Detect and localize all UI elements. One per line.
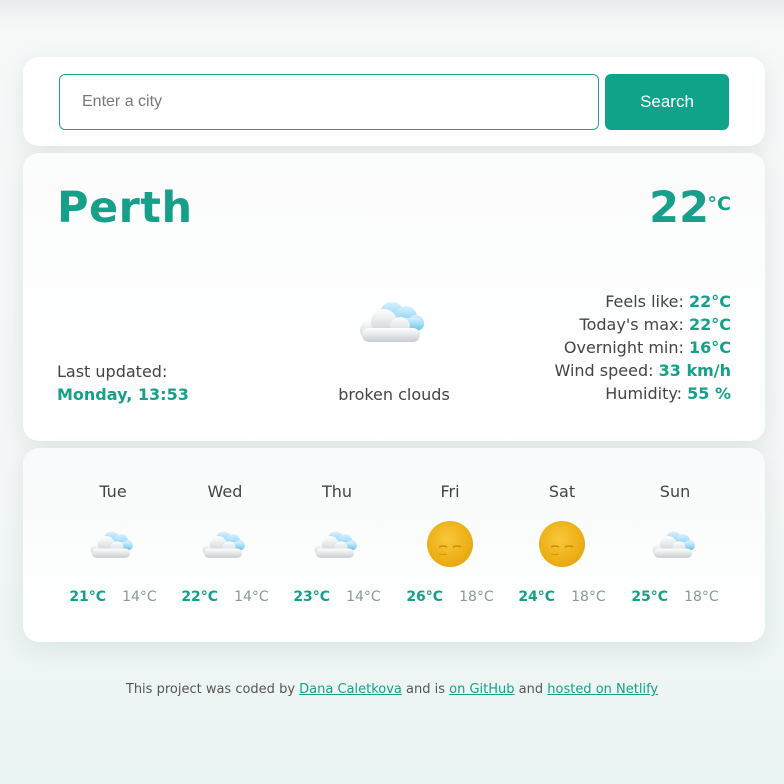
humidity-row: Humidity: 55 % (555, 384, 731, 407)
forecast-max: 23°C (293, 589, 331, 605)
detail-value: 22°C (688, 315, 731, 334)
overnight-min-row: Overnight min: 16°C (555, 338, 731, 361)
forecast-day-name: Sun (659, 482, 691, 501)
last-updated-label: Last updated: (57, 362, 168, 381)
forecast-temps: 26°C 18°C (394, 589, 506, 605)
forecast-day-name: Sat (548, 482, 576, 501)
forecast-day-name: Fri (440, 482, 460, 501)
detail-value: 22°C (688, 292, 731, 311)
forecast-day: Thu 23°C 14°C (281, 448, 393, 642)
forecast-temps: 23°C 14°C (281, 589, 393, 605)
forecast-day-name: Wed (207, 482, 243, 501)
forecast-max: 21°C (69, 589, 107, 605)
broken-clouds-icon (90, 531, 133, 558)
todays-max-row: Today's max: 22°C (555, 315, 731, 338)
detail-label: Today's max: (579, 315, 689, 334)
forecast-min: 14°C (234, 589, 269, 605)
detail-value: 55 % (687, 384, 731, 403)
city-search-input[interactable] (59, 74, 599, 130)
detail-value: 16°C (688, 338, 731, 357)
forecast-temps: 25°C 18°C (619, 589, 731, 605)
footer: This project was coded by Dana Caletkova… (0, 682, 784, 697)
detail-value: 33 km/h (658, 361, 731, 380)
search-form: Search (23, 57, 765, 146)
weather-description: broken clouds (338, 385, 450, 404)
broken-clouds-icon (652, 531, 695, 558)
github-link[interactable]: on GitHub (449, 682, 514, 697)
forecast-day-name: Tue (99, 482, 127, 501)
detail-label: Overnight min: (563, 338, 689, 357)
forecast-max: 26°C (406, 589, 444, 605)
forecast-day: Sun 25°C 18°C (619, 448, 731, 642)
wind-speed-row: Wind speed: 33 km/h (555, 361, 732, 384)
netlify-link[interactable]: hosted on Netlify (547, 682, 658, 697)
footer-text: This project was coded by (125, 682, 300, 697)
top-shade (0, 0, 784, 30)
feels-like-row: Feels like: 22°C (555, 292, 731, 315)
forecast-min: 18°C (684, 589, 719, 605)
forecast-temps: 22°C 14°C (169, 589, 281, 605)
current-temperature: 22 (649, 183, 709, 233)
detail-label: Wind speed: (554, 361, 659, 380)
sun-icon (427, 521, 473, 567)
forecast-max: 25°C (631, 589, 669, 605)
forecast-day: Sat 24°C 18°C (506, 448, 618, 642)
forecast-day: Tue 21°C 14°C (57, 448, 169, 642)
forecast-temps: 24°C 18°C (506, 589, 618, 605)
search-button[interactable]: Search (605, 74, 729, 130)
current-weather-card: Perth 22 °C Last updated: Monday, 13:53 (23, 153, 765, 441)
forecast-min: 14°C (346, 589, 381, 605)
forecast-max: 22°C (181, 589, 219, 605)
forecast-min: 14°C (122, 589, 157, 605)
weather-details: Feels like: 22°C Today's max: 22°C Overn… (555, 292, 732, 407)
temperature-unit: °C (707, 193, 731, 215)
detail-label: Feels like: (605, 292, 689, 311)
forecast-max: 24°C (518, 589, 556, 605)
footer-text: and is (401, 682, 450, 697)
forecast-min: 18°C (459, 589, 494, 605)
city-name: Perth (57, 183, 193, 233)
forecast-day: Wed 22°C 14°C (169, 448, 281, 642)
forecast-temps: 21°C 14°C (57, 589, 169, 605)
author-link[interactable]: Dana Caletkova (299, 682, 402, 697)
forecast-card: Tue 21°C 14°C Wed 22°C 14°C Thu 23°C 14°C F… (23, 448, 765, 642)
forecast-day-name: Thu (321, 482, 353, 501)
broken-clouds-icon (314, 531, 357, 558)
sun-icon (539, 521, 585, 567)
forecast-day: Fri 26°C 18°C (394, 448, 506, 642)
forecast-min: 18°C (571, 589, 606, 605)
footer-text: and (514, 682, 548, 697)
broken-clouds-icon (360, 302, 424, 342)
broken-clouds-icon (202, 531, 245, 558)
last-updated-value: Monday, 13:53 (57, 385, 189, 404)
detail-label: Humidity: (605, 384, 688, 403)
